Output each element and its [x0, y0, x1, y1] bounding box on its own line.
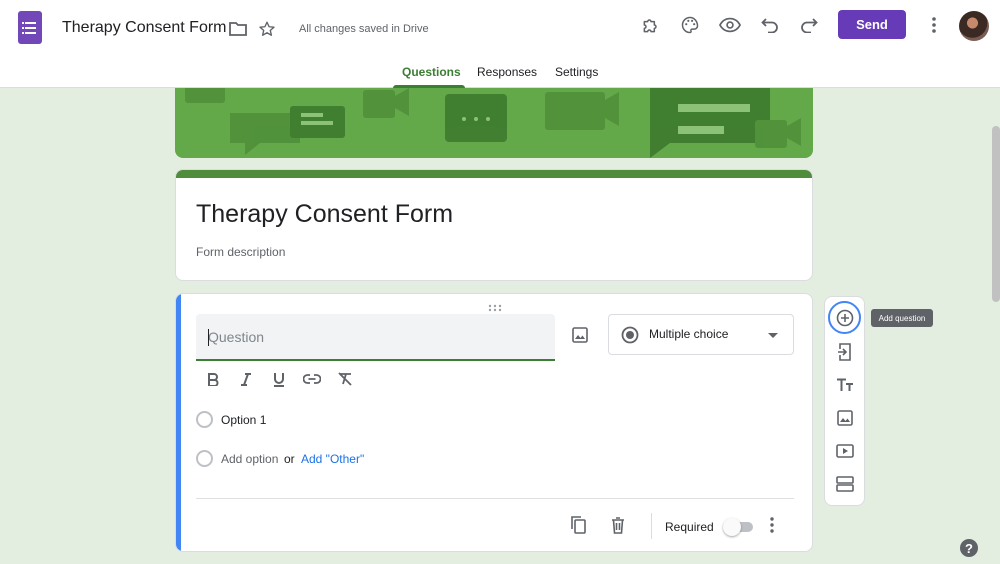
form-title[interactable]: Therapy Consent Form [196, 200, 453, 229]
underline-icon[interactable] [270, 370, 288, 388]
italic-icon[interactable] [237, 370, 255, 388]
add-option-row: Add option or Add "Other" [196, 449, 446, 469]
add-video-icon[interactable] [834, 440, 856, 462]
add-question-icon[interactable] [828, 301, 861, 334]
add-title-icon[interactable] [834, 374, 856, 396]
more-vert-icon[interactable] [762, 515, 782, 535]
question-input[interactable] [196, 314, 555, 361]
add-image-icon[interactable] [834, 407, 856, 429]
radio-button [196, 450, 213, 467]
dropdown-arrow-icon [767, 331, 779, 339]
palette-icon[interactable] [678, 13, 702, 37]
add-option-button[interactable]: Add option [221, 452, 278, 466]
clear-formatting-icon[interactable] [336, 370, 354, 388]
required-toggle[interactable] [723, 518, 753, 536]
header-banner-image [175, 88, 813, 158]
option-label[interactable]: Option 1 [221, 413, 266, 427]
vertical-divider [651, 513, 652, 539]
page-scrollbar[interactable] [992, 126, 1000, 302]
list-item[interactable]: Option 1 [196, 410, 396, 430]
duplicate-icon[interactable] [567, 514, 589, 536]
top-bar: Therapy Consent Form All changes saved i… [0, 0, 1000, 88]
insert-image-icon[interactable] [569, 324, 591, 346]
send-button[interactable]: Send [838, 10, 906, 39]
text-cursor [208, 329, 209, 346]
addons-icon[interactable] [639, 13, 663, 37]
tab-questions[interactable]: Questions [402, 65, 461, 79]
link-icon[interactable] [303, 370, 321, 388]
form-title-card: Therapy Consent Form Form description [175, 169, 813, 281]
folder-icon[interactable] [227, 18, 249, 40]
question-card[interactable]: Multiple choice Option 1 Add option or A… [175, 293, 813, 552]
or-text: or [284, 452, 295, 466]
bold-icon[interactable] [204, 370, 222, 388]
save-status: All changes saved in Drive [299, 23, 429, 35]
import-questions-icon[interactable] [834, 341, 856, 363]
undo-icon[interactable] [758, 13, 782, 37]
document-title[interactable]: Therapy Consent Form [62, 19, 227, 37]
question-type-dropdown[interactable]: Multiple choice [608, 314, 794, 355]
more-vert-icon[interactable] [922, 13, 946, 37]
delete-icon[interactable] [607, 514, 629, 536]
question-type-label: Multiple choice [649, 327, 729, 341]
tab-bar: Questions Responses Settings [0, 58, 1000, 88]
floating-toolbar [824, 296, 865, 506]
form-description-field[interactable]: Form description [196, 245, 285, 259]
add-other-button[interactable]: Add "Other" [301, 452, 364, 466]
star-icon[interactable] [256, 18, 278, 40]
required-label: Required [665, 520, 714, 534]
tab-settings[interactable]: Settings [555, 65, 598, 79]
avatar[interactable] [959, 11, 989, 41]
add-section-icon[interactable] [834, 473, 856, 495]
redo-icon[interactable] [797, 13, 821, 37]
preview-icon[interactable] [718, 13, 742, 37]
radio-checked-icon [621, 326, 639, 344]
active-card-indicator [176, 294, 181, 551]
add-question-tooltip: Add question [871, 309, 933, 327]
theme-strip [176, 170, 812, 178]
help-icon[interactable]: ? [960, 539, 978, 557]
radio-button[interactable] [196, 411, 213, 428]
forms-logo-icon[interactable] [18, 11, 42, 44]
divider [196, 498, 794, 499]
tab-responses[interactable]: Responses [477, 65, 537, 79]
